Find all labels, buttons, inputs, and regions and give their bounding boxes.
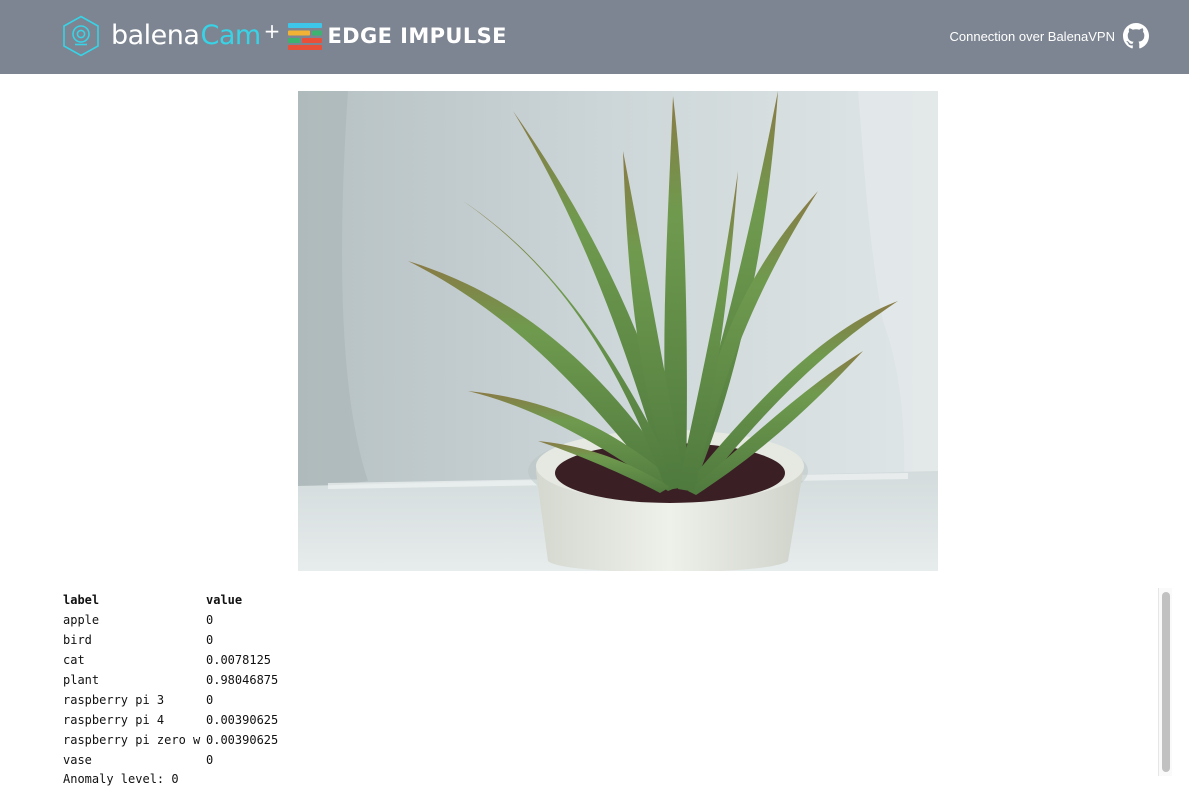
table-row: raspberry pi 3 0 (63, 690, 278, 710)
table-row: raspberry pi zero w 0.00390625 (63, 730, 278, 750)
table-row: apple 0 (63, 610, 278, 630)
github-icon[interactable] (1123, 23, 1149, 49)
scrollbar-thumb[interactable] (1162, 592, 1170, 772)
brand-balena-text: balena (111, 20, 200, 51)
row-value: 0.00390625 (206, 733, 279, 747)
results-table: label value apple 0 bird 0 cat 0.0078125… (63, 590, 278, 770)
row-label: plant (63, 673, 100, 687)
top-header: balena Cam + EDGE IMPULSE Connection ove… (0, 0, 1189, 74)
header-right: Connection over BalenaVPN (949, 21, 1149, 51)
row-label: raspberry pi 4 (63, 713, 165, 727)
row-value: 0 (206, 693, 214, 707)
row-value: 0 (206, 633, 214, 647)
table-row: raspberry pi 4 0.00390625 (63, 710, 278, 730)
balena-cam-logo-icon (63, 15, 99, 57)
row-label: bird (63, 633, 92, 647)
row-label: vase (63, 753, 92, 767)
brand-logo: balena Cam + EDGE IMPULSE (62, 15, 507, 57)
connection-status-text: Connection over BalenaVPN (949, 28, 1116, 44)
inference-results: label value apple 0 bird 0 cat 0.0078125… (63, 590, 278, 789)
row-value: 0 (206, 613, 214, 627)
column-header-value: value (206, 593, 243, 607)
brand-plus-sign: + (263, 19, 281, 43)
table-row: vase 0 (63, 750, 278, 770)
brand-cam-text: Cam (200, 20, 261, 51)
camera-feed-image (298, 91, 938, 571)
edge-impulse-logo-icon (288, 22, 323, 50)
row-label: apple (63, 613, 100, 627)
row-value: 0.00390625 (206, 713, 279, 727)
row-label: raspberry pi 3 (63, 693, 165, 707)
results-header-row: label value (63, 590, 278, 610)
table-row: plant 0.98046875 (63, 670, 278, 690)
table-row: cat 0.0078125 (63, 650, 278, 670)
row-label: raspberry pi zero w (63, 733, 201, 747)
row-label: cat (63, 653, 85, 667)
row-value: 0.98046875 (206, 673, 279, 687)
column-header-label: label (63, 593, 100, 607)
row-value: 0 (206, 753, 214, 767)
anomaly-level-text: Anomaly level: 0 (63, 772, 179, 786)
results-scrollbar[interactable] (1158, 588, 1172, 776)
table-row: bird 0 (63, 630, 278, 650)
row-value: 0.0078125 (206, 653, 272, 667)
camera-feed-scene (298, 91, 938, 571)
brand-edge-impulse-text: EDGE IMPULSE (327, 24, 507, 48)
